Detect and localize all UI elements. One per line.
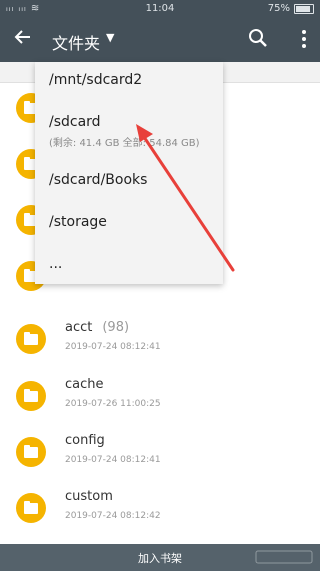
watermark-logo — [255, 550, 313, 564]
back-button[interactable] — [14, 28, 32, 50]
folder-icon — [16, 324, 46, 354]
folder-name: acct (98) — [65, 320, 130, 335]
status-bar: ᵢᵢₗ ᵢᵢₗ ≋ 11:04 75% — [0, 0, 320, 18]
menu-item-sdcard-books[interactable]: /sdcard/Books — [49, 172, 147, 188]
battery-icon — [294, 3, 314, 14]
app-bar: 文件夹 ▼ — [0, 18, 320, 62]
modified-date: 2019-07-24 08:12:42 — [65, 511, 161, 521]
list-item[interactable]: custom 2019-07-24 08:12:42 — [0, 482, 320, 538]
search-button[interactable] — [248, 28, 270, 50]
modified-date: 2019-07-24 08:12:41 — [65, 455, 161, 465]
folder-icon — [16, 493, 46, 523]
list-item[interactable]: cache 2019-07-26 11:00:25 — [0, 370, 320, 426]
folder-name: config — [65, 433, 105, 448]
menu-item-storage[interactable]: /storage — [49, 214, 107, 230]
search-icon — [249, 29, 267, 47]
modified-date: 2019-07-24 08:12:41 — [65, 342, 161, 352]
folder-name: custom — [65, 489, 113, 504]
list-item[interactable]: acct (98) 2019-07-24 08:12:41 — [0, 313, 320, 369]
item-count: (98) — [102, 320, 130, 335]
status-right: 75% — [268, 3, 314, 14]
menu-item-sdcard[interactable]: /sdcard — [49, 114, 101, 130]
storage-info: (剩余: 41.4 GB 全部: 54.84 GB) — [49, 138, 200, 149]
folder-icon — [16, 437, 46, 467]
battery-percent: 75% — [267, 3, 290, 14]
path-dropdown-menu: /mnt/sdcard2 /sdcard (剩余: 41.4 GB 全部: 54… — [35, 62, 223, 284]
arrow-left-icon — [14, 30, 30, 44]
modified-date: 2019-07-26 11:00:25 — [65, 399, 161, 409]
add-to-bookshelf-bar[interactable]: 加入书架 — [0, 544, 320, 571]
folder-title[interactable]: 文件夹 — [52, 30, 100, 54]
folder-icon — [16, 381, 46, 411]
chevron-down-icon[interactable]: ▼ — [106, 31, 114, 44]
more-vert-icon[interactable] — [302, 30, 306, 48]
folder-name: cache — [65, 377, 104, 392]
menu-item-mnt-sdcard2[interactable]: /mnt/sdcard2 — [49, 72, 142, 88]
menu-item-more[interactable]: ... — [49, 256, 62, 272]
list-item[interactable]: config 2019-07-24 08:12:41 — [0, 426, 320, 482]
